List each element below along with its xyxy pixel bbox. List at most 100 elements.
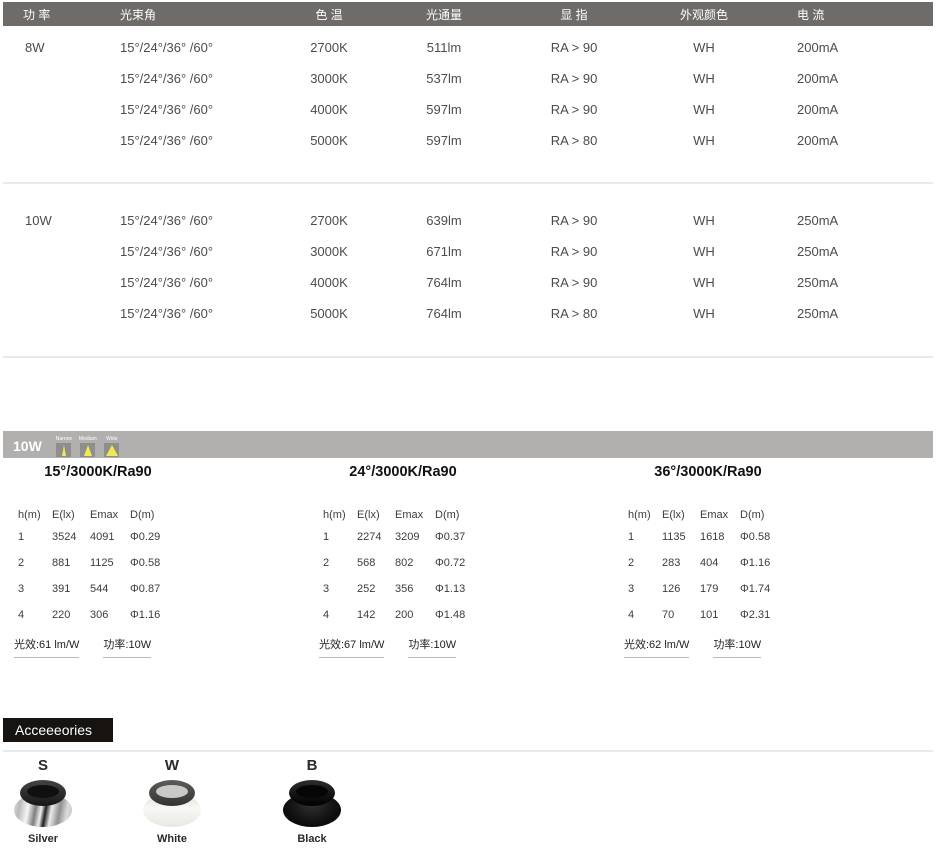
current-cell: 250mA	[769, 306, 933, 321]
cct-cell: 2700K	[279, 40, 379, 55]
spec-table-header: 功 率 光束角 色 温 光通量 显 指 外观颜色 电 流	[3, 2, 933, 26]
wide-beam-icon	[104, 443, 119, 457]
col-emax: Emax	[395, 509, 435, 521]
cct-cell: 4000K	[279, 275, 379, 290]
flux-cell: 639lm	[379, 213, 509, 228]
cct-cell: 5000K	[279, 306, 379, 321]
current-cell: 200mA	[769, 133, 933, 148]
spec-row: 15°/24°/36° /60° 5000K 764lm RA > 80 WH …	[3, 298, 933, 329]
cri-cell: RA > 90	[509, 244, 639, 259]
beam-narrow: Narrow	[56, 436, 72, 457]
beam-narrow-label: Narrow	[56, 436, 72, 442]
photometric-table-title: 15°/3000K/Ra90	[18, 464, 178, 480]
beam-angle-cell: 15°/24°/36° /60°	[111, 244, 279, 259]
photometry-power-label: 10W	[13, 438, 42, 454]
narrow-beam-icon	[56, 443, 71, 457]
col-d: D(m)	[130, 509, 178, 521]
spec-row: 15°/24°/36° /60° 3000K 671lm RA > 90 WH …	[3, 236, 933, 267]
finish-cell: WH	[639, 40, 769, 55]
spec-row: 15°/24°/36° /60° 4000K 597lm RA > 90 WH …	[3, 94, 933, 125]
beam-angle-cell: 15°/24°/36° /60°	[111, 213, 279, 228]
photometric-table-title: 36°/3000K/Ra90	[628, 464, 788, 480]
photometric-table-columns: h(m) E(lx) Emax D(m)	[18, 506, 233, 524]
photometric-row: 4 142 200 Φ1.48	[323, 602, 538, 628]
current-cell: 250mA	[769, 213, 933, 228]
cct-cell: 5000K	[279, 133, 379, 148]
beam-medium: Medium	[80, 436, 96, 457]
col-emax: Emax	[90, 509, 130, 521]
photometric-table-title: 24°/3000K/Ra90	[323, 464, 483, 480]
beam-angle-cell: 15°/24°/36° /60°	[111, 306, 279, 321]
cct-cell: 3000K	[279, 71, 379, 86]
power-value: 功率:10W	[408, 636, 456, 658]
spec-group-10w: 10W 15°/24°/36° /60° 2700K 639lm RA > 90…	[3, 205, 933, 329]
power-cell: 10W	[3, 213, 111, 228]
col-header-current: 电 流	[769, 6, 933, 23]
section-divider	[3, 356, 933, 358]
flux-cell: 537lm	[379, 71, 509, 86]
photometric-row: 2 283 404 Φ1.16	[628, 550, 843, 576]
flux-cell: 511lm	[379, 40, 509, 55]
finish-cell: WH	[639, 102, 769, 117]
accessories-divider	[3, 750, 933, 752]
accessory-code: W	[140, 757, 204, 779]
col-header-power: 功 率	[3, 6, 111, 23]
cct-cell: 2700K	[279, 213, 379, 228]
cri-cell: RA > 90	[509, 275, 639, 290]
photometric-row: 3 252 356 Φ1.13	[323, 576, 538, 602]
accessory-code: S	[11, 757, 75, 779]
photometric-row: 1 2274 3209 Φ0.37	[323, 524, 538, 550]
photometric-row: 4 70 101 Φ2.31	[628, 602, 843, 628]
photometry-section-bar: 10W Narrow Medium Wide	[3, 431, 933, 458]
beam-angle-cell: 15°/24°/36° /60°	[111, 102, 279, 117]
spec-row: 10W 15°/24°/36° /60° 2700K 639lm RA > 90…	[3, 205, 933, 236]
col-header-beam-angle: 光束角	[111, 6, 279, 23]
accessories-banner: Acceeeories	[3, 718, 113, 742]
finish-cell: WH	[639, 244, 769, 259]
col-e: E(lx)	[662, 509, 700, 521]
current-cell: 250mA	[769, 275, 933, 290]
current-cell: 200mA	[769, 71, 933, 86]
flux-cell: 597lm	[379, 102, 509, 117]
efficacy-value: 光效:62 lm/W	[624, 636, 689, 658]
col-d: D(m)	[740, 509, 788, 521]
beam-medium-label: Medium	[79, 436, 97, 442]
photometric-row: 3 391 544 Φ0.87	[18, 576, 233, 602]
finish-cell: WH	[639, 133, 769, 148]
photometric-row: 3 126 179 Φ1.74	[628, 576, 843, 602]
photometric-row: 1 3524 4091 Φ0.29	[18, 524, 233, 550]
col-e: E(lx)	[357, 509, 395, 521]
current-cell: 250mA	[769, 244, 933, 259]
accessory-white: W White	[140, 757, 204, 845]
photometric-row: 4 220 306 Φ1.16	[18, 602, 233, 628]
cri-cell: RA > 90	[509, 71, 639, 86]
col-header-cct: 色 温	[279, 6, 379, 23]
accessory-black: B Black	[280, 757, 344, 845]
col-emax: Emax	[700, 509, 740, 521]
beam-wide-label: Wide	[106, 436, 117, 442]
cri-cell: RA > 90	[509, 40, 639, 55]
silver-trim-ring-image	[14, 780, 72, 828]
accessory-silver: S Silver	[11, 757, 75, 845]
flux-cell: 764lm	[379, 306, 509, 321]
photometric-table-36deg: 36°/3000K/Ra90 h(m) E(lx) Emax D(m) 1 11…	[613, 464, 843, 658]
photometric-footer: 光效:62 lm/W 功率:10W	[624, 636, 843, 658]
beam-icons: Narrow Medium Wide	[56, 436, 120, 457]
efficacy-value: 光效:67 lm/W	[319, 636, 384, 658]
current-cell: 200mA	[769, 40, 933, 55]
flux-cell: 764lm	[379, 275, 509, 290]
power-value: 功率:10W	[103, 636, 151, 658]
beam-angle-cell: 15°/24°/36° /60°	[111, 275, 279, 290]
col-h: h(m)	[628, 509, 662, 521]
beam-angle-cell: 15°/24°/36° /60°	[111, 71, 279, 86]
photometric-table-15deg: 15°/3000K/Ra90 h(m) E(lx) Emax D(m) 1 35…	[3, 464, 233, 658]
finish-cell: WH	[639, 306, 769, 321]
spec-row: 15°/24°/36° /60° 4000K 764lm RA > 90 WH …	[3, 267, 933, 298]
cri-cell: RA > 80	[509, 306, 639, 321]
power-value: 功率:10W	[713, 636, 761, 658]
spec-row: 15°/24°/36° /60° 3000K 537lm RA > 90 WH …	[3, 63, 933, 94]
accessory-code: B	[280, 757, 344, 779]
spec-row: 8W 15°/24°/36° /60° 2700K 511lm RA > 90 …	[3, 32, 933, 63]
cct-cell: 4000K	[279, 102, 379, 117]
white-trim-ring-image	[143, 780, 201, 828]
